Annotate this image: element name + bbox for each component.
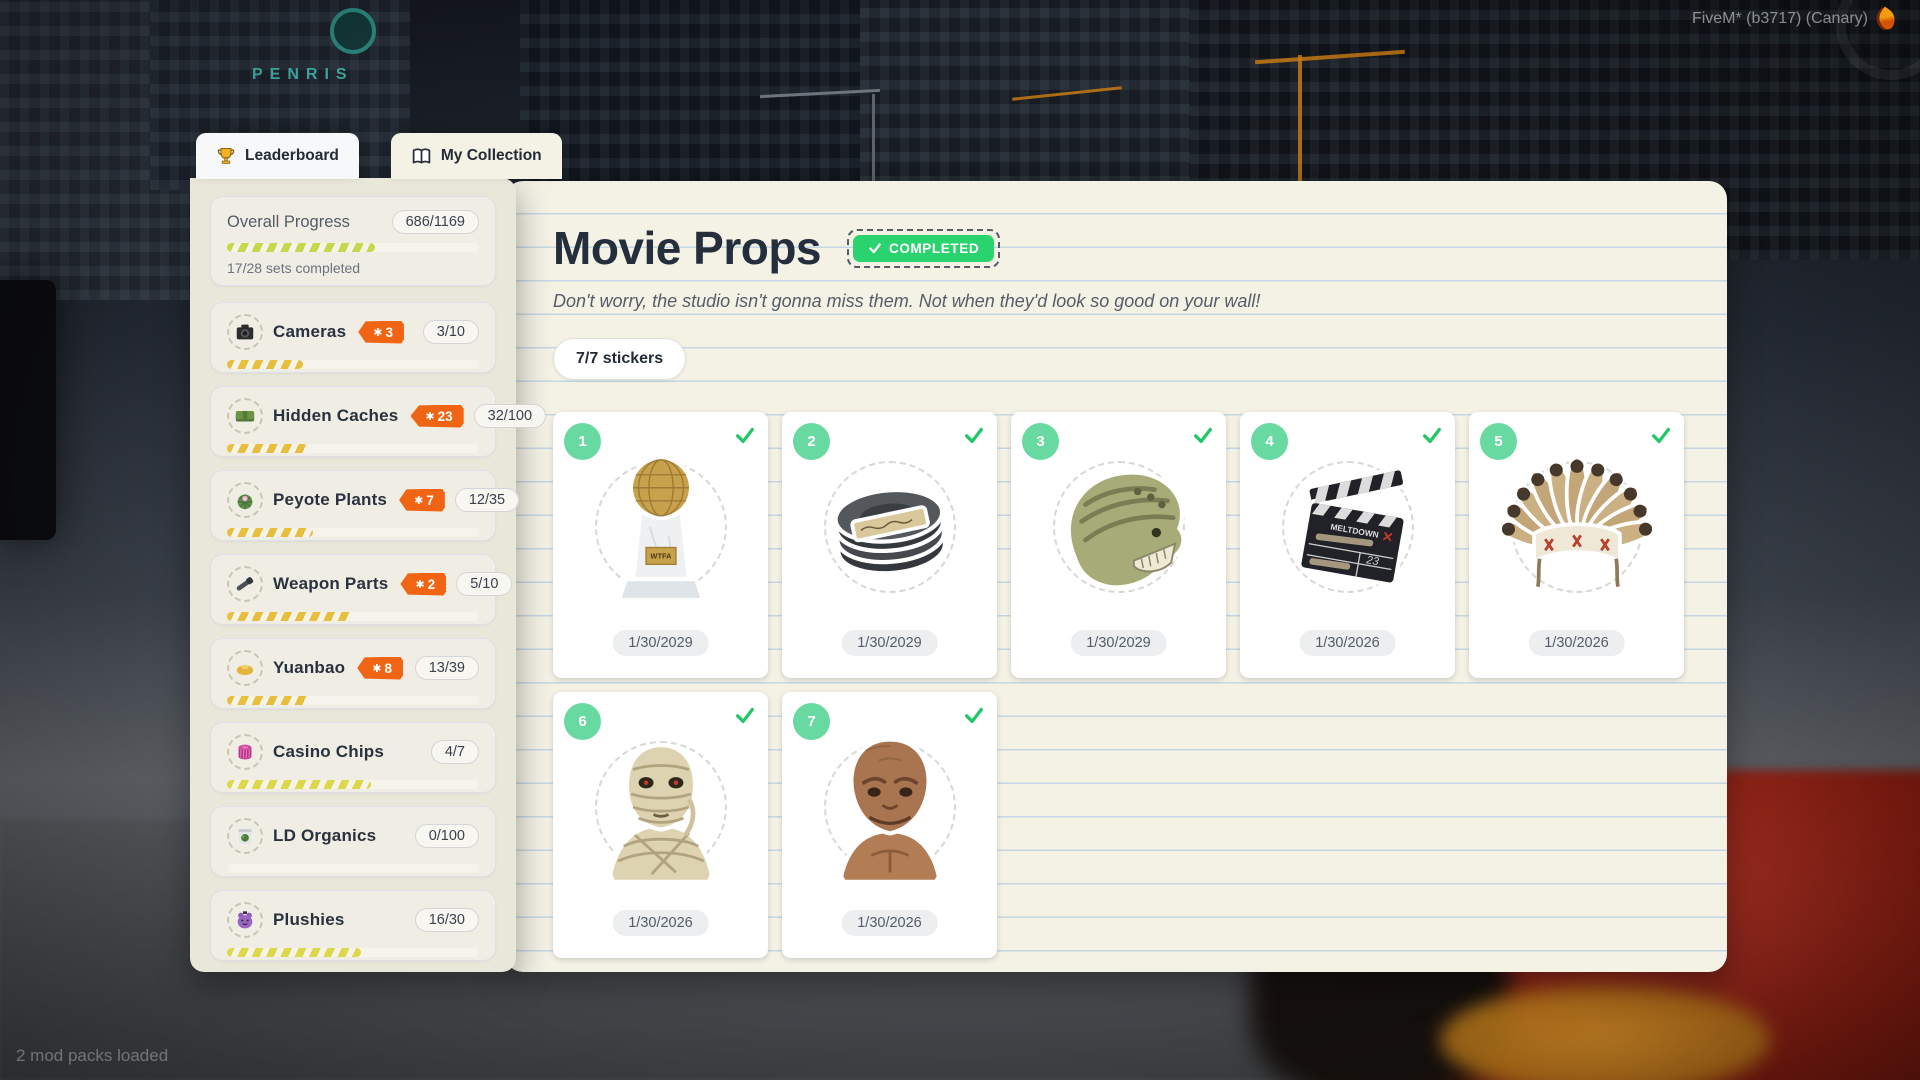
rank-badge: ✱2 [400,573,446,596]
overall-progress-title: Overall Progress [227,213,350,232]
category-name: Weapon Parts [273,574,388,594]
peyote-icon [227,482,263,518]
category-name: Peyote Plants [273,490,387,510]
sticker-art-alien-bust [782,714,997,899]
sticker-card-award-trophy[interactable]: 1 WTFA [553,412,768,678]
sticker-card-feather-headdress[interactable]: 5 [1469,412,1684,678]
sticker-card-clapperboard[interactable]: 4 [1240,412,1455,678]
category-progress-fill [227,444,308,453]
category-name: Hidden Caches [273,406,398,426]
set-title: Movie Props [553,221,821,275]
fivem-build-label: FiveM* (b3717) (Canary) [1692,10,1868,28]
tab-my-collection[interactable]: My Collection [391,133,562,179]
category-name: Casino Chips [273,742,384,762]
sticker-date: 1/30/2026 [1528,630,1625,656]
rank-badge: ✱23 [410,405,463,428]
sidebar-item-casino-chips[interactable]: Casino Chips 4/7 [210,722,496,793]
category-count: 5/10 [456,572,512,596]
sticker-art-alien-creature-head [1011,434,1226,619]
rank-badge: ✱7 [399,489,445,512]
sticker-counter-chip: 7/7 stickers [553,338,686,380]
sticker-date: 1/30/2026 [612,910,709,936]
sets-completed-label: 17/28 sets completed [227,260,479,276]
sticker-card-film-reel[interactable]: 2 [782,412,997,678]
sidebar-item-cameras[interactable]: Cameras ✱3 3/10 [210,302,496,373]
rank-star-icon: ✱ [425,410,434,423]
plaque-text: WTFA [650,551,672,560]
category-count: 16/30 [415,908,479,932]
sidebar-item-ld-organics[interactable]: LD Organics 0/100 [210,806,496,877]
sidebar-item-weapon-parts[interactable]: Weapon Parts ✱2 5/10 [210,554,496,625]
sticker-date: 1/30/2029 [1070,630,1167,656]
sticker-art-award-trophy: WTFA [553,434,768,619]
sidebar-item-yuanbao[interactable]: Yuanbao ✱8 13/39 [210,638,496,709]
sidebar-item-plushies[interactable]: Plushies 16/30 [210,890,496,961]
book-icon [411,146,432,167]
suppressor-icon [227,566,263,602]
category-progress-fill [227,948,361,957]
sticker-date: 1/30/2029 [612,630,709,656]
sidebar-item-peyote-plants[interactable]: Peyote Plants ✱7 12/35 [210,470,496,541]
set-detail-panel: Movie Props COMPLETED Don't worry, the s… [505,181,1727,972]
gold-ingot-icon [227,650,263,686]
category-progress-fill [227,360,303,369]
tab-leaderboard[interactable]: Leaderboard [196,133,359,179]
category-name: Yuanbao [273,658,345,678]
rank-badge: ✱8 [357,657,403,680]
cash-icon [227,398,263,434]
category-name: Plushies [273,910,345,930]
category-count: 4/7 [431,740,479,764]
rank-star-icon: ✱ [415,578,424,591]
camera-icon [227,314,263,350]
tab-label: Leaderboard [245,147,339,165]
casino-chip-icon [227,734,263,770]
rank-star-icon: ✱ [372,662,381,675]
mod-packs-status: 2 mod packs loaded [16,1046,168,1066]
category-progress-fill [227,528,313,537]
check-icon [868,241,882,255]
category-name: LD Organics [273,826,376,846]
sticker-card-alien-creature-head[interactable]: 3 [1011,412,1226,678]
sidebar-item-hidden-caches[interactable]: Hidden Caches ✱23 32/100 [210,386,496,457]
rank-star-icon: ✱ [373,326,382,339]
sticker-card-alien-bust[interactable]: 7 1/30/2026 [782,692,997,958]
category-count: 32/100 [474,404,546,428]
category-count: 12/35 [455,488,519,512]
rank-badge: ✱3 [358,321,404,344]
set-description: Don't worry, the studio isn't gonna miss… [553,291,1727,312]
completed-badge-label: COMPLETED [889,241,979,256]
tab-label: My Collection [441,147,542,165]
completed-badge: COMPLETED [847,229,1000,268]
category-progress-fill [227,696,310,705]
sticker-art-clapperboard: MELTDOWN 23 [1240,434,1455,619]
category-count: 13/39 [415,656,479,680]
sticker-grid: 1 WTFA [553,412,1727,958]
plushie-icon [227,902,263,938]
rank-star-icon: ✱ [414,494,423,507]
category-count: 0/100 [415,824,479,848]
sticker-art-feather-headdress [1469,434,1684,619]
category-name: Cameras [273,322,346,342]
sticker-date: 1/30/2029 [841,630,938,656]
overall-progress-fill [227,243,375,252]
weed-bag-icon [227,818,263,854]
sticker-date: 1/30/2026 [1299,630,1396,656]
collection-sidebar: Overall Progress 686/1169 17/28 sets com… [190,178,516,972]
collection-tabs: Leaderboard My Collection [196,133,562,179]
sticker-art-film-reel [782,434,997,619]
sticker-date: 1/30/2026 [841,910,938,936]
category-count: 3/10 [423,320,479,344]
category-progress-fill [227,612,353,621]
overall-progress-bar [227,243,479,252]
overall-progress-count: 686/1169 [392,210,479,234]
category-progress-fill [227,780,371,789]
trophy-icon [216,146,236,166]
overall-progress-card: Overall Progress 686/1169 17/28 sets com… [210,196,496,286]
sticker-art-mummy-bust [553,714,768,899]
sticker-card-mummy-bust[interactable]: 6 [553,692,768,958]
